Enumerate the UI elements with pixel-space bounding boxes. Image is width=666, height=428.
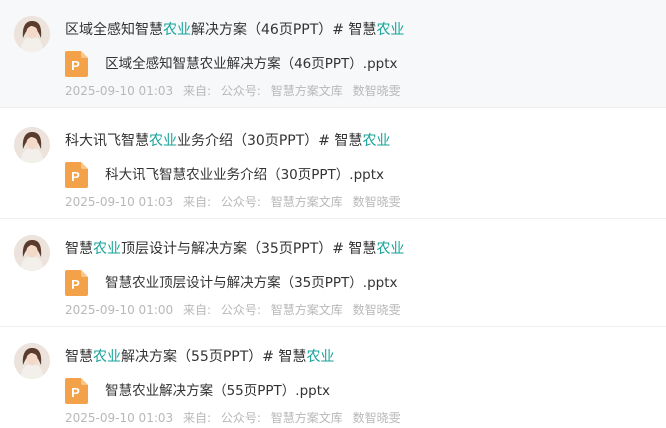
result-title-link[interactable]: 智慧农业顶层设计与解决方案（35页PPT）# 智慧农业 — [65, 237, 404, 261]
keyword-highlight: 农业 — [376, 241, 405, 257]
author-tag[interactable]: 数智晓雯 — [353, 411, 401, 425]
keyword-highlight: 农业 — [362, 133, 391, 149]
svg-text:P: P — [71, 385, 80, 400]
user-avatar-icon[interactable] — [14, 235, 50, 271]
search-result-feed: 区域全感知智慧农业解决方案（46页PPT）# 智慧农业 P 区域全感知智慧农业解… — [0, 0, 666, 428]
ppt-file-icon: P — [65, 270, 88, 296]
file-name: 区域全感知智慧农业解决方案（46页PPT）.pptx — [105, 56, 398, 72]
account-link[interactable]: 智慧方案文库 — [271, 303, 343, 317]
attachment-file[interactable]: P 科大讯飞智慧农业业务介绍（30页PPT）.pptx — [65, 162, 384, 188]
source-label: 来自: — [182, 84, 212, 98]
svg-text:P: P — [71, 169, 80, 184]
author-tag[interactable]: 数智晓雯 — [353, 195, 401, 209]
source-type: 公众号: — [220, 195, 261, 209]
account-link[interactable]: 智慧方案文库 — [271, 84, 343, 98]
keyword-highlight: 农业 — [306, 349, 335, 365]
source-label: 来自: — [182, 303, 212, 317]
result-item: 区域全感知智慧农业解决方案（46页PPT）# 智慧农业 P 区域全感知智慧农业解… — [0, 0, 666, 108]
result-title-link[interactable]: 智慧农业解决方案（55页PPT）# 智慧农业 — [65, 345, 334, 369]
keyword-highlight: 农业 — [149, 133, 177, 149]
post-date: 2025-09-10 01:00 — [65, 303, 174, 317]
source-type: 公众号: — [220, 84, 261, 98]
ppt-file-icon: P — [65, 51, 88, 77]
attachment-file[interactable]: P 区域全感知智慧农业解决方案（46页PPT）.pptx — [65, 51, 398, 77]
result-item: 智慧农业解决方案（55页PPT）# 智慧农业 P 智慧农业解决方案（55页PPT… — [0, 327, 666, 428]
keyword-highlight: 农业 — [163, 22, 191, 38]
keyword-highlight: 农业 — [93, 349, 121, 365]
ppt-file-icon: P — [65, 378, 88, 404]
file-name: 科大讯飞智慧农业业务介绍（30页PPT）.pptx — [105, 167, 385, 183]
result-meta: 2025-09-10 01:03 来自: 公众号: 智慧方案文库 数智晓雯 — [65, 193, 407, 211]
keyword-highlight: 农业 — [93, 241, 121, 257]
source-type: 公众号: — [220, 411, 261, 425]
svg-text:P: P — [71, 58, 80, 73]
result-title-link[interactable]: 科大讯飞智慧农业业务介绍（30页PPT）# 智慧农业 — [65, 129, 390, 153]
post-date: 2025-09-10 01:03 — [65, 195, 174, 209]
file-name: 智慧农业解决方案（55页PPT）.pptx — [105, 383, 331, 399]
attachment-file[interactable]: P 智慧农业顶层设计与解决方案（35页PPT）.pptx — [65, 270, 398, 296]
source-type: 公众号: — [220, 303, 261, 317]
user-avatar-icon[interactable] — [14, 127, 50, 163]
account-link[interactable]: 智慧方案文库 — [271, 195, 343, 209]
result-meta: 2025-09-10 01:03 来自: 公众号: 智慧方案文库 数智晓雯 — [65, 82, 407, 100]
author-tag[interactable]: 数智晓雯 — [353, 84, 401, 98]
result-title-link[interactable]: 区域全感知智慧农业解决方案（46页PPT）# 智慧农业 — [65, 18, 404, 42]
result-item: 科大讯飞智慧农业业务介绍（30页PPT）# 智慧农业 P 科大讯飞智慧农业业务介… — [0, 111, 666, 219]
author-tag[interactable]: 数智晓雯 — [353, 303, 401, 317]
ppt-file-icon: P — [65, 162, 88, 188]
source-label: 来自: — [182, 195, 212, 209]
user-avatar-icon[interactable] — [14, 16, 50, 52]
result-meta: 2025-09-10 01:00 来自: 公众号: 智慧方案文库 数智晓雯 — [65, 301, 407, 319]
result-meta: 2025-09-10 01:03 来自: 公众号: 智慧方案文库 数智晓雯 — [65, 409, 407, 427]
post-date: 2025-09-10 01:03 — [65, 411, 174, 425]
file-name: 智慧农业顶层设计与解决方案（35页PPT）.pptx — [105, 275, 398, 291]
keyword-highlight: 农业 — [376, 22, 405, 38]
svg-text:P: P — [71, 277, 80, 292]
result-item: 智慧农业顶层设计与解决方案（35页PPT）# 智慧农业 P 智慧农业顶层设计与解… — [0, 219, 666, 327]
account-link[interactable]: 智慧方案文库 — [271, 411, 343, 425]
post-date: 2025-09-10 01:03 — [65, 84, 174, 98]
user-avatar-icon[interactable] — [14, 343, 50, 379]
source-label: 来自: — [182, 411, 212, 425]
attachment-file[interactable]: P 智慧农业解决方案（55页PPT）.pptx — [65, 378, 330, 404]
